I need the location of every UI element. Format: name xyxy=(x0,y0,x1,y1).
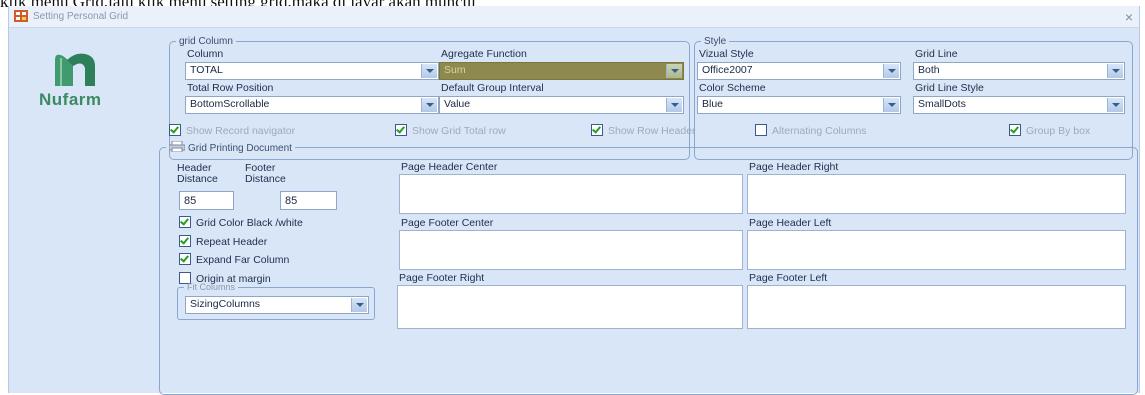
chevron-down-icon[interactable] xyxy=(666,64,682,78)
checkbox-icon[interactable] xyxy=(179,216,191,228)
repeat-header-checkbox[interactable]: Repeat Header xyxy=(179,235,267,248)
page-footer-left-label: Page Footer Left xyxy=(749,272,828,284)
page-header-center-input[interactable] xyxy=(399,174,743,214)
column-label: Column xyxy=(187,48,224,60)
setting-personal-grid-window: Setting Personal Grid × Nufarm grid Colu… xyxy=(8,6,1140,395)
grid-color-black-white-label: Grid Color Black /white xyxy=(196,217,303,229)
total-row-position-label: Total Row Position xyxy=(187,82,274,94)
grid-line-combo[interactable]: Both xyxy=(913,62,1125,80)
alternating-columns-label: Alternating Columns xyxy=(772,125,867,137)
column-combo[interactable]: TOTAL xyxy=(185,62,439,80)
total-row-position-combo[interactable]: BottomScrollable xyxy=(185,96,439,114)
show-record-navigator-checkbox[interactable]: Show Record navigator xyxy=(169,124,295,137)
nufarm-logo-text: Nufarm xyxy=(39,90,102,109)
expand-far-column-label: Expand Far Column xyxy=(196,254,290,266)
show-row-header-checkbox[interactable]: Show Row Header xyxy=(591,124,696,137)
header-distance-input[interactable]: 85 xyxy=(179,191,234,210)
chevron-down-icon[interactable] xyxy=(421,98,437,112)
aggregate-function-combo[interactable]: Sum xyxy=(439,62,684,80)
default-group-interval-combo[interactable]: Value xyxy=(439,96,684,114)
color-scheme-label: Color Scheme xyxy=(699,82,766,94)
printer-icon xyxy=(168,140,186,153)
checkbox-icon[interactable] xyxy=(591,124,603,136)
page-header-right-label: Page Header Right xyxy=(749,161,839,173)
show-grid-total-row-checkbox[interactable]: Show Grid Total row xyxy=(395,124,506,137)
show-row-header-label: Show Row Header xyxy=(608,125,696,137)
grid-column-legend: grid Column xyxy=(179,36,233,47)
show-record-navigator-label: Show Record navigator xyxy=(186,125,296,137)
style-legend: Style xyxy=(704,36,727,47)
chevron-down-icon[interactable] xyxy=(351,298,367,312)
visual-style-combo[interactable]: Office2007 xyxy=(697,62,901,80)
checkbox-icon[interactable] xyxy=(179,253,191,265)
show-grid-total-row-label: Show Grid Total row xyxy=(412,125,506,137)
chevron-down-icon[interactable] xyxy=(666,98,682,112)
page-header-right-input[interactable] xyxy=(747,174,1126,214)
checkbox-icon[interactable] xyxy=(169,124,181,136)
alternating-columns-checkbox[interactable]: Alternating Columns xyxy=(755,124,867,137)
expand-far-column-checkbox[interactable]: Expand Far Column xyxy=(179,253,289,266)
page-header-left-label: Page Header Left xyxy=(749,217,832,229)
grid-line-style-combo[interactable]: SmallDots xyxy=(913,96,1125,114)
fit-columns-legend: Fit Columns xyxy=(187,282,236,292)
page-footer-right-label: Page Footer Right xyxy=(399,272,485,284)
group-by-box-checkbox[interactable]: Group By box xyxy=(1009,124,1090,137)
page-footer-left-input[interactable] xyxy=(747,285,1126,329)
page-footer-center-label: Page Footer Center xyxy=(401,217,494,229)
page-footer-right-input[interactable] xyxy=(397,285,743,329)
checkbox-icon[interactable] xyxy=(755,124,767,136)
chevron-down-icon[interactable] xyxy=(421,64,437,78)
default-group-interval-value: Value xyxy=(444,98,471,110)
grid-color-black-white-checkbox[interactable]: Grid Color Black /white xyxy=(179,216,303,229)
visual-style-label: Vizual Style xyxy=(699,48,754,60)
close-icon[interactable]: × xyxy=(1125,9,1133,25)
window-title: Setting Personal Grid xyxy=(33,11,129,22)
page-header-left-input[interactable] xyxy=(747,230,1126,270)
grid-printing-document-title: Grid Printing Document xyxy=(188,143,292,154)
grid-printing-document-legend: Grid Printing Document xyxy=(166,140,295,154)
grid-line-style-label: Grid Line Style xyxy=(915,82,984,94)
chevron-down-icon[interactable] xyxy=(883,98,899,112)
chevron-down-icon[interactable] xyxy=(1107,98,1123,112)
default-group-interval-label: Default Group Interval xyxy=(441,82,544,94)
footer-distance-label: Footer Distance xyxy=(245,162,286,185)
title-bar: Setting Personal Grid × xyxy=(9,6,1139,28)
visual-style-value: Office2007 xyxy=(702,64,753,76)
page-footer-center-input[interactable] xyxy=(399,230,743,270)
grid-line-value: Both xyxy=(918,64,940,76)
group-by-box-label: Group By box xyxy=(1026,125,1091,137)
color-scheme-combo[interactable]: Blue xyxy=(697,96,901,114)
checkbox-icon[interactable] xyxy=(179,235,191,247)
aggregate-function-label: Agregate Function xyxy=(441,48,527,60)
checkbox-icon[interactable] xyxy=(1009,124,1021,136)
chevron-down-icon[interactable] xyxy=(883,64,899,78)
fit-columns-value: SizingColumns xyxy=(190,298,261,310)
grid-line-style-value: SmallDots xyxy=(918,98,966,110)
chevron-down-icon[interactable] xyxy=(1107,64,1123,78)
aggregate-function-value: Sum xyxy=(444,64,466,76)
total-row-position-value: BottomScrollable xyxy=(190,98,270,110)
page-header-center-label: Page Header Center xyxy=(401,161,498,173)
color-scheme-value: Blue xyxy=(702,98,724,110)
fit-columns-combo[interactable]: SizingColumns xyxy=(185,296,369,314)
column-value: TOTAL xyxy=(190,64,223,76)
footer-distance-input[interactable]: 85 xyxy=(280,191,337,210)
app-icon xyxy=(14,10,28,22)
header-distance-label: Header Distance xyxy=(177,162,218,185)
grid-line-label: Grid Line xyxy=(915,48,958,60)
checkbox-icon[interactable] xyxy=(395,124,407,136)
nufarm-logo-mark xyxy=(55,53,95,86)
repeat-header-label: Repeat Header xyxy=(196,236,268,248)
